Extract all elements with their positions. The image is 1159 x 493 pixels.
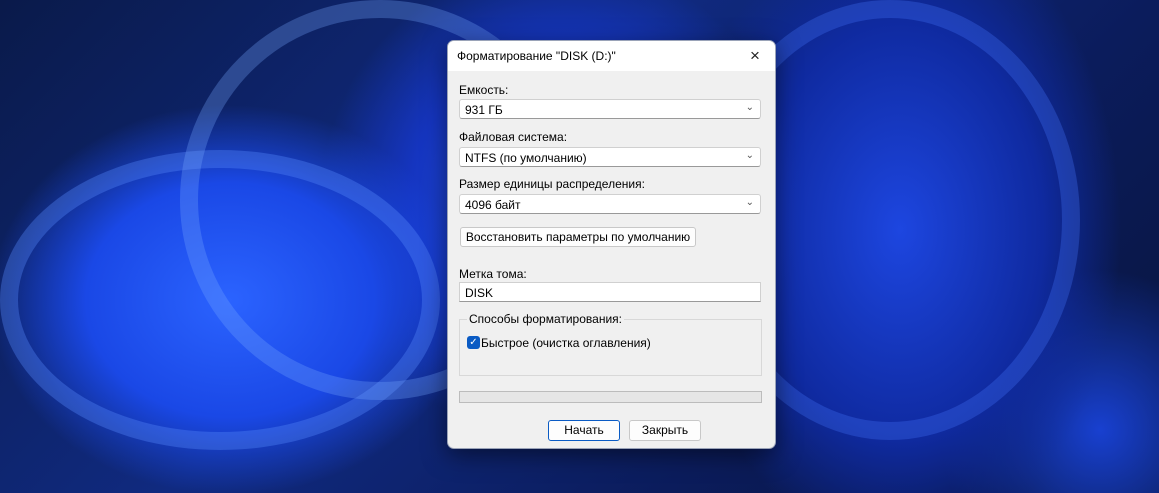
capacity-value: 931 ГБ [465,103,503,117]
format-options-legend: Способы форматирования: [467,312,624,326]
allocation-value: 4096 байт [465,198,521,212]
filesystem-label: Файловая система: [459,130,568,144]
chevron-down-icon: ⌄ [745,197,754,208]
close-icon[interactable]: × [735,41,775,71]
filesystem-select[interactable]: NTFS (по умолчанию) ⌄ [459,147,761,167]
format-options-group: Способы форматирования: ✓ Быстрое (очист… [459,312,762,376]
allocation-label: Размер единицы распределения: [459,177,645,191]
title-bar: Форматирование "DISK (D:)" × [448,41,775,71]
volume-label-input[interactable]: DISK [459,282,761,302]
chevron-down-icon: ⌄ [745,150,754,161]
capacity-label: Емкость: [459,83,509,97]
dialog-title: Форматирование "DISK (D:)" [457,49,616,63]
capacity-select[interactable]: 931 ГБ ⌄ [459,99,761,119]
filesystem-value: NTFS (по умолчанию) [465,151,587,165]
format-dialog: Форматирование "DISK (D:)" × Емкость: 93… [447,40,776,449]
quick-format-checkbox[interactable]: ✓ [467,336,480,349]
volume-label-label: Метка тома: [459,267,527,281]
chevron-down-icon: ⌄ [745,102,754,113]
restore-defaults-button[interactable]: Восстановить параметры по умолчанию [460,227,696,247]
allocation-select[interactable]: 4096 байт ⌄ [459,194,761,214]
quick-format-label[interactable]: Быстрое (очистка оглавления) [481,336,651,350]
start-button[interactable]: Начать [548,420,620,441]
close-button[interactable]: Закрыть [629,420,701,441]
progress-bar [459,391,762,403]
